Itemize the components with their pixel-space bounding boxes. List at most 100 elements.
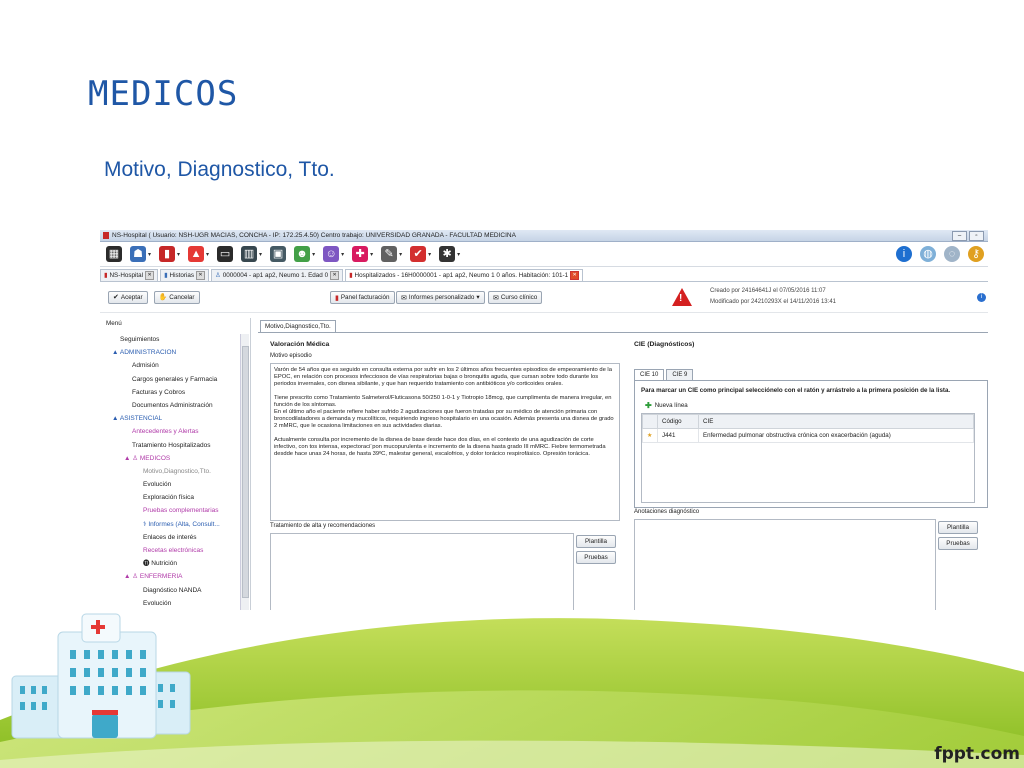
header-cie[interactable]: CIE bbox=[698, 414, 974, 429]
main-toolbar: ▦ ☗ ▾ ▮ ▾ ▲ ▾ ▭ ▥ ▾ ▣ ☻ ▾ ☺ ▾ ✚ ▾ ✎ ▾ ✔ ▾ ✱ ▾ i ◍ ◌ ⚷ bbox=[100, 242, 988, 267]
sidebar-item[interactable]: Documentos Administración bbox=[100, 399, 250, 412]
dropdown-caret-icon[interactable]: ▾ bbox=[341, 251, 344, 258]
minimize-button[interactable]: ‒ bbox=[952, 230, 967, 241]
dropdown-caret-icon[interactable]: ▾ bbox=[370, 251, 373, 258]
doctor-icon[interactable]: ☻ bbox=[294, 246, 311, 262]
calendar-icon[interactable]: ▦ bbox=[106, 246, 122, 262]
billing-panel-button[interactable]: ▮ Panel facturación bbox=[330, 291, 395, 304]
sidebar-item[interactable]: Seguimientos bbox=[100, 333, 250, 346]
sidebar-item[interactable]: Tratamiento Hospitalizados bbox=[100, 439, 250, 452]
header-codigo[interactable]: Código bbox=[657, 414, 699, 429]
close-icon[interactable]: ✕ bbox=[196, 271, 206, 280]
pen-icon[interactable]: ✎ bbox=[381, 246, 398, 262]
document-tab[interactable]: ▮ Historias ✕ bbox=[160, 269, 210, 281]
alarm-icon[interactable]: ▲ bbox=[188, 246, 205, 262]
envelope-icon: ✉ bbox=[493, 294, 499, 302]
dropdown-arrow-icon: ▾ bbox=[476, 294, 480, 301]
sidebar-item[interactable]: Pruebas complementarias bbox=[100, 504, 250, 517]
tab-cie-9[interactable]: CIE 9 bbox=[666, 369, 694, 380]
sidebar-item[interactable]: ▲ ♙ ENFERMERIA bbox=[100, 570, 250, 583]
sidebar-item[interactable]: Admisión bbox=[100, 359, 250, 372]
dropdown-caret-icon[interactable]: ▾ bbox=[148, 251, 151, 258]
scrollbar-thumb[interactable] bbox=[242, 346, 249, 598]
motivo-textarea[interactable]: Varón de 54 años que es seguido en consu… bbox=[270, 363, 620, 521]
motivo-paragraph: Actualmente consulta por incremento de l… bbox=[274, 436, 606, 458]
tab-label: 0000004 - ap1 ap2, Neumo 1. Edad 0 bbox=[222, 272, 329, 279]
window-title: NS-Hospital ( Usuario: NSH-UGR MACIAS, C… bbox=[112, 232, 516, 239]
sidebar-menu: Seguimientos ▲ ADMINISTRACION Admisión Carg… bbox=[100, 329, 250, 610]
briefcase-icon[interactable]: ▮ bbox=[159, 246, 176, 262]
maximize-button[interactable]: ▫ bbox=[969, 230, 984, 241]
info-icon[interactable]: i bbox=[896, 246, 912, 262]
cie-description: Enfermedad pulmonar obstructiva crónica … bbox=[698, 428, 974, 443]
lab-icon[interactable]: ▥ bbox=[241, 246, 258, 262]
sidebar-item[interactable]: Facturas y Cobros bbox=[100, 386, 250, 399]
document-tab[interactable]: ▮ Hospitalizados - 16H0000001 - ap1 ap2, … bbox=[345, 269, 584, 281]
key-icon[interactable]: ⚷ bbox=[968, 246, 984, 262]
plantilla-button[interactable]: Plantilla bbox=[576, 535, 616, 548]
close-icon[interactable]: ✕ bbox=[330, 271, 340, 280]
plus-icon: ✚ bbox=[645, 401, 652, 410]
sidebar-item[interactable]: Evolución bbox=[100, 478, 250, 491]
info-icon[interactable]: i bbox=[977, 293, 986, 302]
pruebas-button[interactable]: Pruebas bbox=[576, 551, 616, 564]
motivo-label: Motivo episodio bbox=[270, 353, 312, 359]
close-icon[interactable]: ✕ bbox=[570, 271, 580, 280]
sidebar-item[interactable]: Exploración física bbox=[100, 491, 250, 504]
bed-icon[interactable]: ▭ bbox=[217, 246, 234, 262]
hospital-illustration bbox=[11, 613, 191, 739]
cie-grid: Código CIE ★ J441 Enfermedad pulmonar ob… bbox=[641, 413, 975, 503]
clinical-course-button[interactable]: ✉ Curso clínico bbox=[488, 291, 543, 304]
sidebar-item[interactable]: ▲ ASISTENCIAL bbox=[100, 412, 250, 425]
table-row[interactable]: ★ J441 Enfermedad pulmonar obstructiva c… bbox=[642, 428, 974, 443]
cie-code: J441 bbox=[657, 428, 699, 443]
dropdown-caret-icon[interactable]: ▾ bbox=[177, 251, 180, 258]
sidebar-item[interactable]: Evolución bbox=[100, 597, 250, 610]
sidebar-item[interactable]: Recetas electrónicas bbox=[100, 544, 250, 557]
close-icon[interactable]: ✕ bbox=[145, 271, 155, 280]
tratamiento-label: Tratamiento de alta y recomendaciones bbox=[270, 523, 376, 529]
dropdown-caret-icon[interactable]: ▾ bbox=[399, 251, 402, 258]
pharmacy-icon[interactable]: ✚ bbox=[352, 246, 369, 262]
dropdown-caret-icon[interactable]: ▾ bbox=[206, 251, 209, 258]
dropdown-caret-icon[interactable]: ▾ bbox=[457, 251, 460, 258]
sidebar-item[interactable]: Antecedentes y Alertas bbox=[100, 425, 250, 438]
tratamiento-textarea[interactable] bbox=[270, 533, 574, 610]
tab-cie-10[interactable]: CIE 10 bbox=[634, 369, 665, 380]
anotaciones-textarea[interactable] bbox=[634, 519, 936, 610]
sidebar-item[interactable]: Motivo,Diagnostico,Tto. bbox=[100, 465, 250, 478]
dropdown-caret-icon[interactable]: ▾ bbox=[428, 251, 431, 258]
anotaciones-pruebas-button[interactable]: Pruebas bbox=[938, 537, 978, 550]
dropdown-caret-icon[interactable]: ▾ bbox=[259, 251, 262, 258]
menu-label: Menú bbox=[106, 320, 122, 327]
anotaciones-plantilla-button[interactable]: Plantilla bbox=[938, 521, 978, 534]
cancel-button[interactable]: ✋ Cancelar bbox=[153, 290, 200, 304]
chat-icon[interactable]: ◌ bbox=[944, 246, 960, 262]
check-icon[interactable]: ✔ bbox=[410, 246, 427, 262]
slide-subtitle: Motivo, Diagnostico, Tto. bbox=[104, 158, 335, 181]
action-bar: ✔ Aceptar ✋ Cancelar ▮ Panel facturación ✉ I… bbox=[100, 282, 988, 313]
hospital-icon[interactable]: ▣ bbox=[270, 246, 287, 262]
search-icon[interactable]: ◍ bbox=[920, 246, 936, 262]
sidebar-item[interactable]: Enlaces de interés bbox=[100, 531, 250, 544]
sidebar-item[interactable]: Cargos generales y Farmacia bbox=[100, 373, 250, 386]
accept-button[interactable]: ✔ Aceptar bbox=[108, 290, 148, 304]
custom-reports-button[interactable]: ✉ Informes personalizado ▾ bbox=[396, 291, 485, 304]
sidebar-item[interactable]: ▲ ADMINISTRACION bbox=[100, 346, 250, 359]
sidebar-item[interactable]: ▲ ♙ MEDICOS bbox=[100, 452, 250, 465]
document-tab[interactable]: ▮ NS-Hospital ✕ bbox=[100, 269, 159, 281]
patients-icon[interactable]: ☗ bbox=[130, 246, 146, 262]
settings-icon[interactable]: ✱ bbox=[439, 246, 456, 262]
sidebar-scrollbar[interactable] bbox=[240, 334, 249, 610]
new-line-button[interactable]: ✚ Nueva línea bbox=[645, 401, 688, 410]
tab-motivo[interactable]: Motivo,Diagnostico,Tto. bbox=[260, 320, 336, 332]
check-circle-icon: ✔ bbox=[113, 294, 119, 301]
sidebar-item[interactable]: ⓫ Nutrición bbox=[100, 557, 250, 570]
dropdown-caret-icon[interactable]: ▾ bbox=[312, 251, 315, 258]
document-tab[interactable]: ♙ 0000004 - ap1 ap2, Neumo 1. Edad 0 ✕ bbox=[211, 269, 344, 281]
content-panel: Valoración Médica Motivo episodio Varón … bbox=[258, 332, 988, 610]
created-by-text: Creado por 24164641J el 07/05/2016 11:07 bbox=[710, 288, 826, 294]
sidebar-item[interactable]: ⚕ Informes (Alta, Consult... bbox=[100, 518, 250, 531]
sidebar-item[interactable]: Diagnóstico NANDA bbox=[100, 584, 250, 597]
nurse-icon[interactable]: ☺ bbox=[323, 246, 340, 262]
